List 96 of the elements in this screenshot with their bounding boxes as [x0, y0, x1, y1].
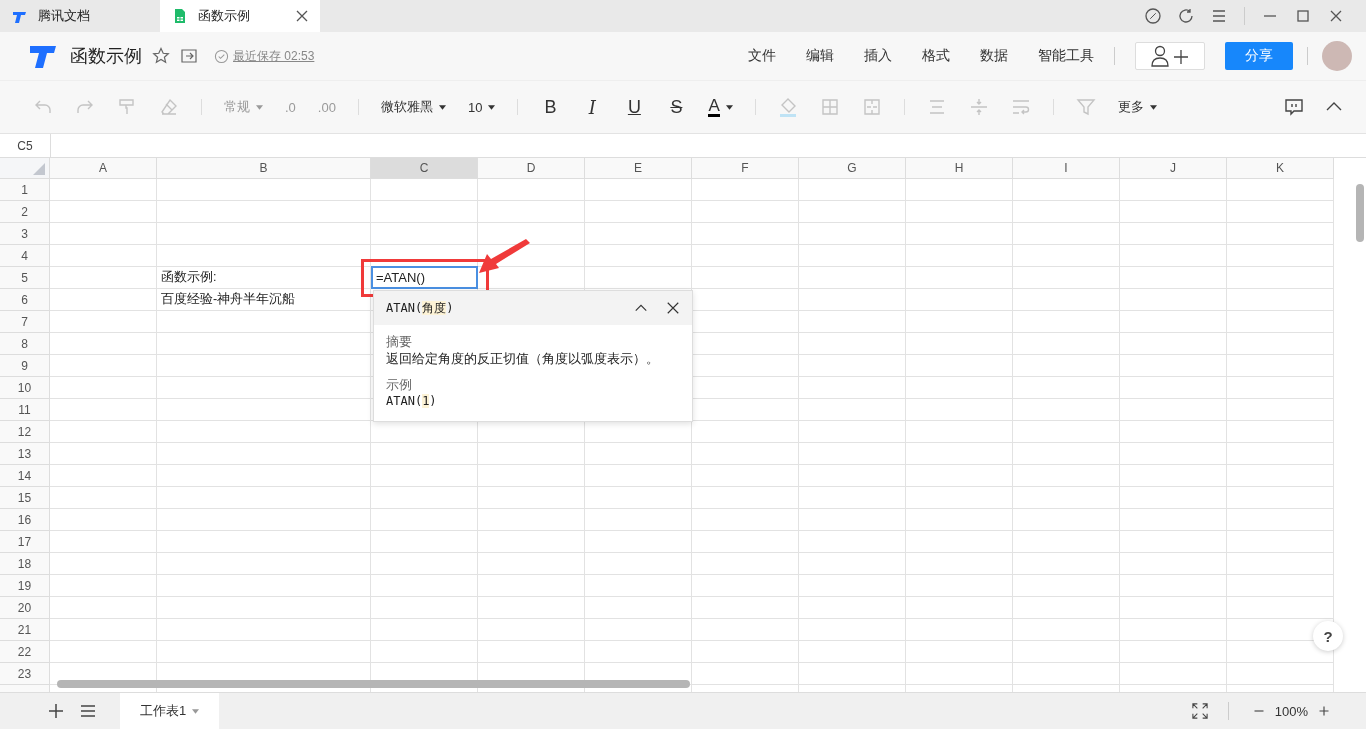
column-header[interactable]: A	[50, 158, 157, 179]
zoom-level[interactable]: 100%	[1274, 703, 1308, 719]
row-header[interactable]: 14	[0, 465, 50, 487]
summary-text: 返回给定角度的反正切值（角度以弧度表示）。	[386, 351, 660, 368]
zoom-in-icon[interactable]	[1318, 705, 1330, 717]
row-header[interactable]: 18	[0, 553, 50, 575]
row-header[interactable]: 13	[0, 443, 50, 465]
corner-triangle-icon	[33, 163, 45, 175]
example-label: 示例	[386, 376, 413, 394]
sheet-tab[interactable]: 工作表1	[120, 693, 220, 729]
name-box[interactable]: C5	[0, 134, 51, 157]
menu-item[interactable]: 格式	[922, 47, 950, 65]
person-add-icon	[1150, 45, 1190, 67]
star-icon[interactable]	[152, 47, 170, 65]
menu-item[interactable]: 文件	[748, 47, 776, 65]
font-color-button[interactable]: A	[708, 97, 733, 117]
help-button[interactable]: ?	[1313, 621, 1343, 651]
caret-icon	[725, 104, 733, 110]
row-header[interactable]: 16	[0, 509, 50, 531]
row-header[interactable]: 23	[0, 663, 50, 685]
column-header[interactable]: J	[1120, 158, 1227, 179]
spreadsheet-icon	[172, 8, 188, 24]
toolbar-dropdown[interactable]: 更多	[1117, 98, 1157, 116]
row-header[interactable]: 17	[0, 531, 50, 553]
close-icon[interactable]	[1328, 8, 1344, 24]
caret-icon	[438, 104, 446, 110]
column-header[interactable]: I	[1013, 158, 1120, 179]
row-header[interactable]: 19	[0, 575, 50, 597]
underline-button[interactable]: U	[624, 96, 645, 118]
comment-icon[interactable]	[1284, 97, 1304, 117]
row-header[interactable]: 3	[0, 223, 50, 245]
menu-item[interactable]: 数据	[980, 47, 1008, 65]
select-all-corner[interactable]	[0, 158, 50, 179]
browser-tab[interactable]: 腾讯文档	[0, 0, 160, 32]
row-header[interactable]: 22	[0, 641, 50, 663]
menu-item[interactable]: 插入	[864, 47, 892, 65]
row-header[interactable]: 12	[0, 421, 50, 443]
row-header[interactable]: 6	[0, 289, 50, 311]
tab-title: 腾讯文档	[38, 7, 91, 25]
fullscreen-icon[interactable]	[1191, 703, 1208, 719]
add-sheet-icon[interactable]	[48, 703, 64, 719]
row-header[interactable]: 10	[0, 377, 50, 399]
tab-title: 函数示例	[198, 7, 251, 25]
column-header[interactable]: D	[478, 158, 585, 179]
compass-icon[interactable]	[1145, 8, 1161, 24]
column-header[interactable]: F	[692, 158, 799, 179]
avatar[interactable]	[1322, 41, 1352, 71]
cell-text: 函数示例:	[160, 269, 217, 286]
column-header[interactable]: B	[157, 158, 371, 179]
menu-icon[interactable]	[1211, 8, 1227, 24]
row-header[interactable]: 11	[0, 399, 50, 421]
cell-text: 百度经验-神舟半年沉船	[160, 291, 296, 308]
refresh-icon[interactable]	[1178, 8, 1194, 24]
column-header[interactable]: E	[585, 158, 692, 179]
caret-icon	[1149, 104, 1157, 110]
row-header[interactable]: 8	[0, 333, 50, 355]
scrollbar-thumb[interactable]	[57, 680, 690, 688]
summary-label: 摘要	[386, 333, 413, 351]
function-signature: ATAN(角度)	[386, 299, 454, 317]
column-header[interactable]: C	[371, 158, 478, 179]
row-header[interactable]: 2	[0, 201, 50, 223]
share-button[interactable]: 分享	[1225, 42, 1293, 70]
check-circle-icon	[214, 48, 229, 64]
row-header[interactable]: 5	[0, 267, 50, 289]
row-header[interactable]: 4	[0, 245, 50, 267]
row-header[interactable]: 1	[0, 179, 50, 201]
caret-icon	[256, 104, 263, 110]
row-header[interactable]: 9	[0, 355, 50, 377]
scrollbar-thumb[interactable]	[1356, 184, 1364, 242]
toolbar-dropdown[interactable]: 微软雅黑	[380, 98, 446, 116]
toolbar-dropdown[interactable]: 10	[467, 99, 496, 115]
example-formula: ATAN(1)	[386, 394, 438, 408]
strike-button[interactable]: S	[666, 96, 687, 118]
row-header[interactable]: 7	[0, 311, 50, 333]
column-header[interactable]: K	[1227, 158, 1334, 179]
row-header[interactable]: 15	[0, 487, 50, 509]
menu-item[interactable]: 编辑	[806, 47, 834, 65]
row-header[interactable]: 20	[0, 597, 50, 619]
save-status-link[interactable]: 最近保存 02:53	[233, 47, 315, 65]
close-icon[interactable]	[666, 301, 680, 315]
row-header[interactable]: 21	[0, 619, 50, 641]
browser-tab[interactable]: 函数示例	[160, 0, 320, 32]
caret-icon	[488, 104, 496, 110]
menu-item[interactable]: 智能工具	[1038, 47, 1094, 65]
italic-button[interactable]: I	[582, 96, 603, 118]
move-to-folder-icon[interactable]	[180, 47, 198, 65]
column-header[interactable]: G	[799, 158, 906, 179]
caret-icon	[192, 708, 200, 714]
bold-button[interactable]: B	[540, 96, 561, 118]
sheet-list-icon[interactable]	[80, 703, 96, 719]
add-collaborator-button[interactable]	[1135, 42, 1205, 70]
maximize-icon[interactable]	[1295, 8, 1311, 24]
cell-editor[interactable]: =ATAN()	[371, 266, 478, 289]
column-header[interactable]: H	[906, 158, 1013, 179]
close-icon[interactable]	[296, 10, 308, 22]
document-title[interactable]: 函数示例	[70, 44, 142, 68]
